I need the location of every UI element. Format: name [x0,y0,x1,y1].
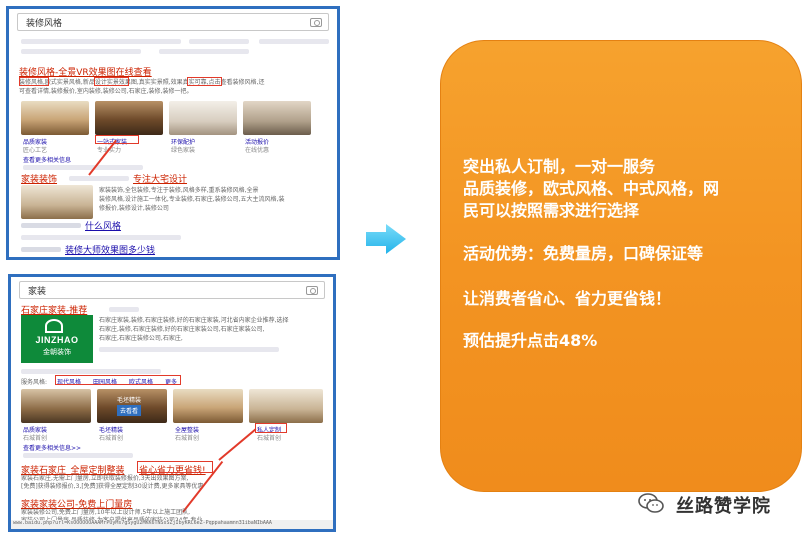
result-title[interactable]: 家装装饰 [21,172,57,185]
blurred-text [21,235,181,240]
thumbnail[interactable] [173,389,243,423]
search-input[interactable]: 装修风格 [17,13,329,31]
right-arrow-icon [366,224,406,254]
result-title-tail[interactable]: 什么风格 [85,219,121,232]
search-input[interactable]: 家装 [19,281,325,299]
thumbnail[interactable] [169,101,237,135]
highlight-box [55,375,181,385]
result-snippet: 修报价,装修设计,装修公司 [99,205,169,212]
thumbnail[interactable]: 毛坯精装 去看看 [97,389,167,423]
thumb-subcaption: 石城首创 [175,435,200,442]
status-bar-url: www.baidu.php?url=KsOOOOOOAAAMrPUyMs7gSy… [11,520,333,529]
summary-card: 突出私人订制，一对一服务 品质装修，欧式风格、中式风格，网 民可以按照需求进行选… [440,40,802,492]
highlight-box [94,77,129,86]
logo-subtext: 金朝装饰 [43,349,71,356]
highlight-box [19,77,49,86]
thumb-overlay-label: 毛坯精装 [117,398,142,404]
blurred-text [21,223,81,228]
result-snippet: 可查看详情,装修报价,室内装修,装修公司,石家庄,装修,装修一把。 [19,88,193,95]
result-snippet: 装修风格,设计施工一体化,专业装修,石家庄,装修公司,五大主流风格,装 [99,196,285,203]
blurred-text [69,176,129,181]
logo-mark-icon [45,319,63,333]
blurred-text [23,165,143,170]
blurred-text [159,49,249,54]
result-snippet: 石家庄,石家庄装修公司,石家庄, [99,335,183,342]
result-snippet: 家装石家庄,无需上门量房,立即获取装修报价,3天出效果图方案, [21,475,189,482]
thumb-subcaption: 石城首创 [257,435,282,442]
result-snippet: [免费]获得装修报价,3,[免费]获得全屋定制30设计费,更多家具等优惠 [21,483,204,490]
watermark: 丝路赞学院 [628,490,798,517]
result-snippet: 石家庄,装修,石家庄装修,好的石家庄家装公司,石家庄家装公司, [99,326,265,333]
thumbnail[interactable] [21,389,91,423]
search-query: 家装 [28,287,47,297]
watermark-text: 丝路赞学院 [676,496,771,517]
blurred-text [23,453,133,458]
logo-text: JINZHAO [35,335,79,345]
thumb-subcaption: 在线优惠 [245,147,270,154]
thumb-subcaption: 绿色家装 [171,147,196,154]
highlight-box [255,423,287,433]
thumb-subcaption: 石城首创 [99,435,124,442]
blurred-text [189,39,249,44]
card-line: 民可以按照需求进行选择 [463,201,640,220]
blurred-text [99,347,279,352]
blurred-text [21,247,61,252]
card-line: 突出私人订制，一对一服务 [463,157,656,176]
camera-icon[interactable] [306,286,318,295]
highlight-box [95,135,139,144]
blurred-text [21,369,161,374]
highlight-box [137,461,213,473]
blurred-text [21,49,141,54]
result-snippet: 家装装饰,全包装修,专注于装修,风格多样,重系装修风格,全景 [99,187,259,194]
more-link[interactable]: 查看更多相关信息>> [23,443,81,452]
go-see-button[interactable]: 去看看 [117,405,142,416]
result-title-tail[interactable]: 装修大师效果图多少钱 [65,243,155,256]
card-line: 让消费者省心、省力更省钱！ [463,289,672,308]
wechat-icon [638,493,664,513]
blurred-text [259,39,329,44]
blurred-text [21,257,221,260]
result-snippet: 家装装修公司,免费上门量房,10年以上设计师,5年以上施工团队, [21,509,191,516]
blurred-text [21,39,181,44]
result-snippet: 石家庄家装,装修,石家庄装修,好的石家庄家装,河北省内家企业推荐,选择 [99,317,289,324]
more-link[interactable]: 查看更多相关信息 [23,155,71,164]
thumbnail[interactable] [21,101,89,135]
blurred-text [109,307,139,312]
annotation-line [218,428,257,461]
card-line: 品质装修，欧式风格、中式风格，网 [463,179,720,198]
thumbnail[interactable] [243,101,311,135]
result-title-tail[interactable]: 专注大宅设计 [133,172,187,185]
search-query: 装修风格 [26,19,63,29]
thumb-subcaption: 石城首创 [23,435,48,442]
thumbnail[interactable] [249,389,323,423]
screenshot-search-top: 装修风格 装修风格-全景VR效果图在线查看 装修风格,欧式实景风格,新品设计实景… [6,6,340,260]
card-line: 活动优势：免费量房，口碑保证等 [463,244,704,263]
thumb-subcaption: 匠心工艺 [23,147,48,154]
thumbnail[interactable] [21,185,93,219]
result-snippet: 装修风格,欧式实景风格,新品设计实景效果图,真实实景照,效果真实可靠,点击查看装… [19,79,265,86]
thumbnail[interactable] [95,101,163,135]
camera-icon[interactable] [310,18,322,27]
card-line: 预估提升点击48% [463,331,598,350]
brand-logo[interactable]: JINZHAO 金朝装饰 [21,315,93,363]
screenshot-search-bottom: 家装 石家庄家装-推荐 JINZHAO 金朝装饰 石家庄家装,装修,石家庄装修,… [8,274,336,532]
styles-label: 服务风格: [21,379,48,386]
highlight-box [187,77,222,86]
